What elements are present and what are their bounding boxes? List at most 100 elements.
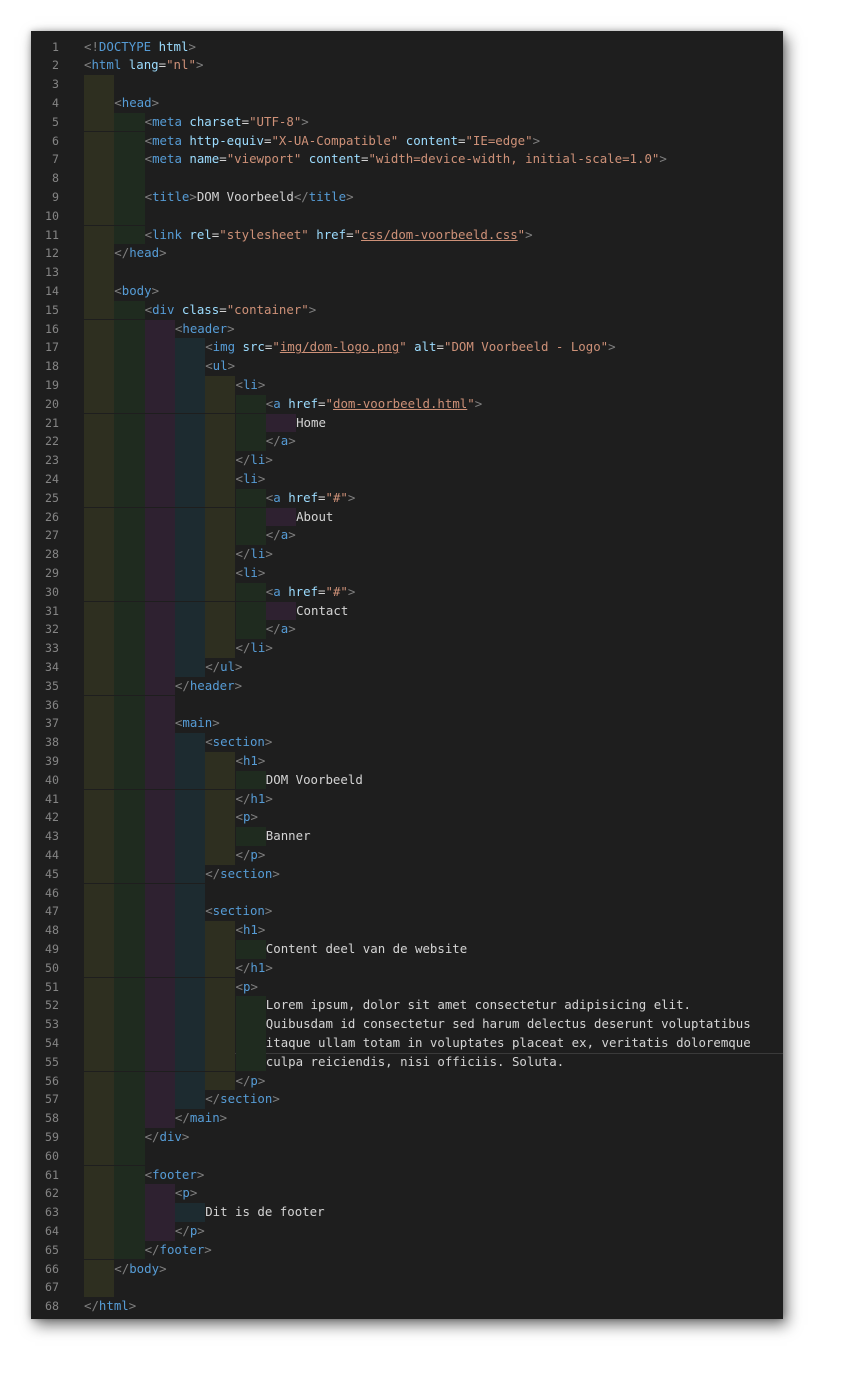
code-text[interactable]: </a> [266, 432, 296, 451]
code-text[interactable]: <li> [236, 376, 266, 395]
code-line[interactable]: 27 </a> [31, 526, 783, 546]
code-line[interactable]: 50 </h1> [31, 958, 783, 978]
code-text[interactable]: Banner [266, 827, 311, 846]
code-text[interactable]: <h1> [236, 752, 266, 771]
code-text[interactable]: <link rel="stylesheet" href="css/dom-voo… [145, 226, 533, 245]
code-line[interactable]: 48 <h1> [31, 921, 783, 940]
code-text[interactable]: <meta name="viewport" content="width=dev… [145, 150, 667, 169]
code-text[interactable]: </section> [205, 865, 280, 884]
code-text[interactable]: <img src="img/dom-logo.png" alt="DOM Voo… [205, 338, 615, 357]
code-line[interactable]: 58 </main> [31, 1109, 783, 1128]
code-text[interactable]: </p> [236, 1072, 266, 1091]
code-line[interactable]: 37 <main> [31, 714, 783, 734]
code-text[interactable]: <div class="container"> [145, 301, 317, 320]
code-line[interactable]: 6 <meta http-equiv="X-UA-Compatible" cont… [31, 131, 783, 151]
code-text[interactable]: <p> [175, 1184, 197, 1203]
code-line[interactable]: 13 [31, 263, 783, 282]
code-line[interactable]: 9 <title>DOM Voorbeeld</title> [31, 187, 783, 207]
code-line[interactable]: 31 Contact [31, 601, 783, 621]
code-line[interactable]: 43 Banner [31, 827, 783, 846]
code-line[interactable]: 12 </head> [31, 244, 783, 264]
code-text[interactable]: <main> [175, 714, 220, 733]
code-line[interactable]: 21 Home [31, 413, 783, 433]
code-line[interactable]: 36 [31, 695, 783, 715]
code-line[interactable]: 8 [31, 169, 783, 188]
code-text[interactable]: Content deel van de website [266, 940, 467, 959]
code-text[interactable]: Contact [296, 602, 348, 621]
code-text[interactable]: <ul> [205, 357, 235, 376]
code-text[interactable]: </h1> [236, 959, 273, 978]
code-text[interactable]: Home [296, 414, 326, 433]
code-text[interactable]: </h1> [236, 790, 273, 809]
code-text[interactable]: </main> [175, 1109, 227, 1128]
code-line[interactable]: 64 </p> [31, 1221, 783, 1241]
code-text[interactable]: </footer> [145, 1241, 212, 1260]
code-text[interactable]: itaque ullam totam in voluptates placeat… [266, 1034, 751, 1053]
code-text[interactable]: culpa reiciendis, nisi officiis. Soluta. [266, 1053, 564, 1072]
code-text[interactable]: About [296, 508, 333, 527]
code-text[interactable]: </div> [145, 1128, 190, 1147]
code-line[interactable]: 3 [31, 75, 783, 94]
code-line[interactable]: 22 </a> [31, 432, 783, 452]
code-line[interactable]: 7 <meta name="viewport" content="width=de… [31, 150, 783, 170]
code-text[interactable]: <meta charset="UTF-8"> [145, 113, 309, 132]
code-text[interactable]: <li> [236, 564, 266, 583]
code-line[interactable]: 33 </li> [31, 639, 783, 658]
code-line[interactable]: 35 </header> [31, 676, 783, 696]
code-line[interactable]: 61 <footer> [31, 1165, 783, 1185]
code-text[interactable]: <footer> [145, 1166, 205, 1185]
code-line[interactable]: 63 Dit is de footer [31, 1203, 783, 1222]
code-text[interactable]: </ul> [205, 658, 242, 677]
code-line[interactable]: 65 </footer> [31, 1240, 783, 1260]
code-text[interactable]: <section> [205, 733, 272, 752]
code-text[interactable]: </head> [114, 244, 166, 263]
code-line[interactable]: 25 <a href="#"> [31, 488, 783, 508]
code-line[interactable]: 32 </a> [31, 620, 783, 640]
code-line[interactable]: 44 </p> [31, 845, 783, 865]
code-text[interactable]: </section> [205, 1090, 280, 1109]
code-line[interactable]: 40 DOM Voorbeeld [31, 770, 783, 790]
code-line[interactable]: 1 <!DOCTYPE html> [31, 38, 783, 57]
code-text[interactable]: </html> [84, 1297, 136, 1316]
code-text[interactable]: <h1> [236, 921, 266, 940]
code-editor[interactable]: 1 <!DOCTYPE html> 2 <html lang="nl"> 3 4 <head… [31, 31, 783, 1319]
code-text[interactable]: </header> [175, 677, 242, 696]
code-text[interactable]: </a> [266, 620, 296, 639]
code-line[interactable]: 24 <li> [31, 469, 783, 489]
code-line[interactable]: 26 About [31, 507, 783, 527]
code-text[interactable]: DOM Voorbeeld [266, 771, 363, 790]
code-text[interactable]: <body> [114, 282, 159, 301]
code-text[interactable]: <head> [114, 94, 159, 113]
code-text[interactable]: <html lang="nl"> [84, 56, 203, 75]
code-text[interactable]: <a href="dom-voorbeeld.html"> [266, 395, 482, 414]
code-line[interactable]: 28 </li> [31, 545, 783, 564]
code-line[interactable]: 19 <li> [31, 375, 783, 395]
code-line[interactable]: 51 <p> [31, 977, 783, 997]
code-line[interactable]: 29 <li> [31, 563, 783, 583]
code-text[interactable]: Quibusdam id consectetur sed harum delec… [266, 1015, 751, 1034]
code-text[interactable]: <!DOCTYPE html> [84, 38, 196, 57]
code-line[interactable]: 57 </section> [31, 1090, 783, 1110]
code-line[interactable]: 68 </html> [31, 1297, 783, 1316]
code-line[interactable]: 23 </li> [31, 451, 783, 470]
code-line[interactable]: 60 [31, 1146, 783, 1166]
code-line[interactable]: 41 </h1> [31, 789, 783, 809]
code-text[interactable]: <p> [236, 808, 258, 827]
code-line[interactable]: 14 <body> [31, 281, 783, 301]
code-text[interactable]: </a> [266, 526, 296, 545]
code-line[interactable]: 20 <a href="dom-voorbeeld.html"> [31, 394, 783, 414]
code-line[interactable]: 17 <img src="img/dom-logo.png" alt="DOM V… [31, 338, 783, 358]
code-line[interactable]: 45 </section> [31, 864, 783, 884]
code-text[interactable]: <section> [205, 902, 272, 921]
code-line[interactable]: 47 <section> [31, 902, 783, 922]
code-line[interactable]: 15 <div class="container"> [31, 300, 783, 320]
code-line[interactable]: 34 </ul> [31, 657, 783, 677]
code-text[interactable]: Dit is de footer [205, 1203, 324, 1222]
code-text[interactable]: <li> [236, 470, 266, 489]
code-line[interactable]: 11 <link rel="stylesheet" href="css/dom-v… [31, 225, 783, 245]
code-text[interactable]: </p> [236, 846, 266, 865]
code-line[interactable]: 5 <meta charset="UTF-8"> [31, 112, 783, 132]
code-line[interactable]: 55 culpa reiciendis, nisi officiis. Solut… [31, 1052, 783, 1072]
code-line[interactable]: 10 [31, 206, 783, 226]
code-text[interactable]: <meta http-equiv="X-UA-Compatible" conte… [145, 132, 540, 151]
